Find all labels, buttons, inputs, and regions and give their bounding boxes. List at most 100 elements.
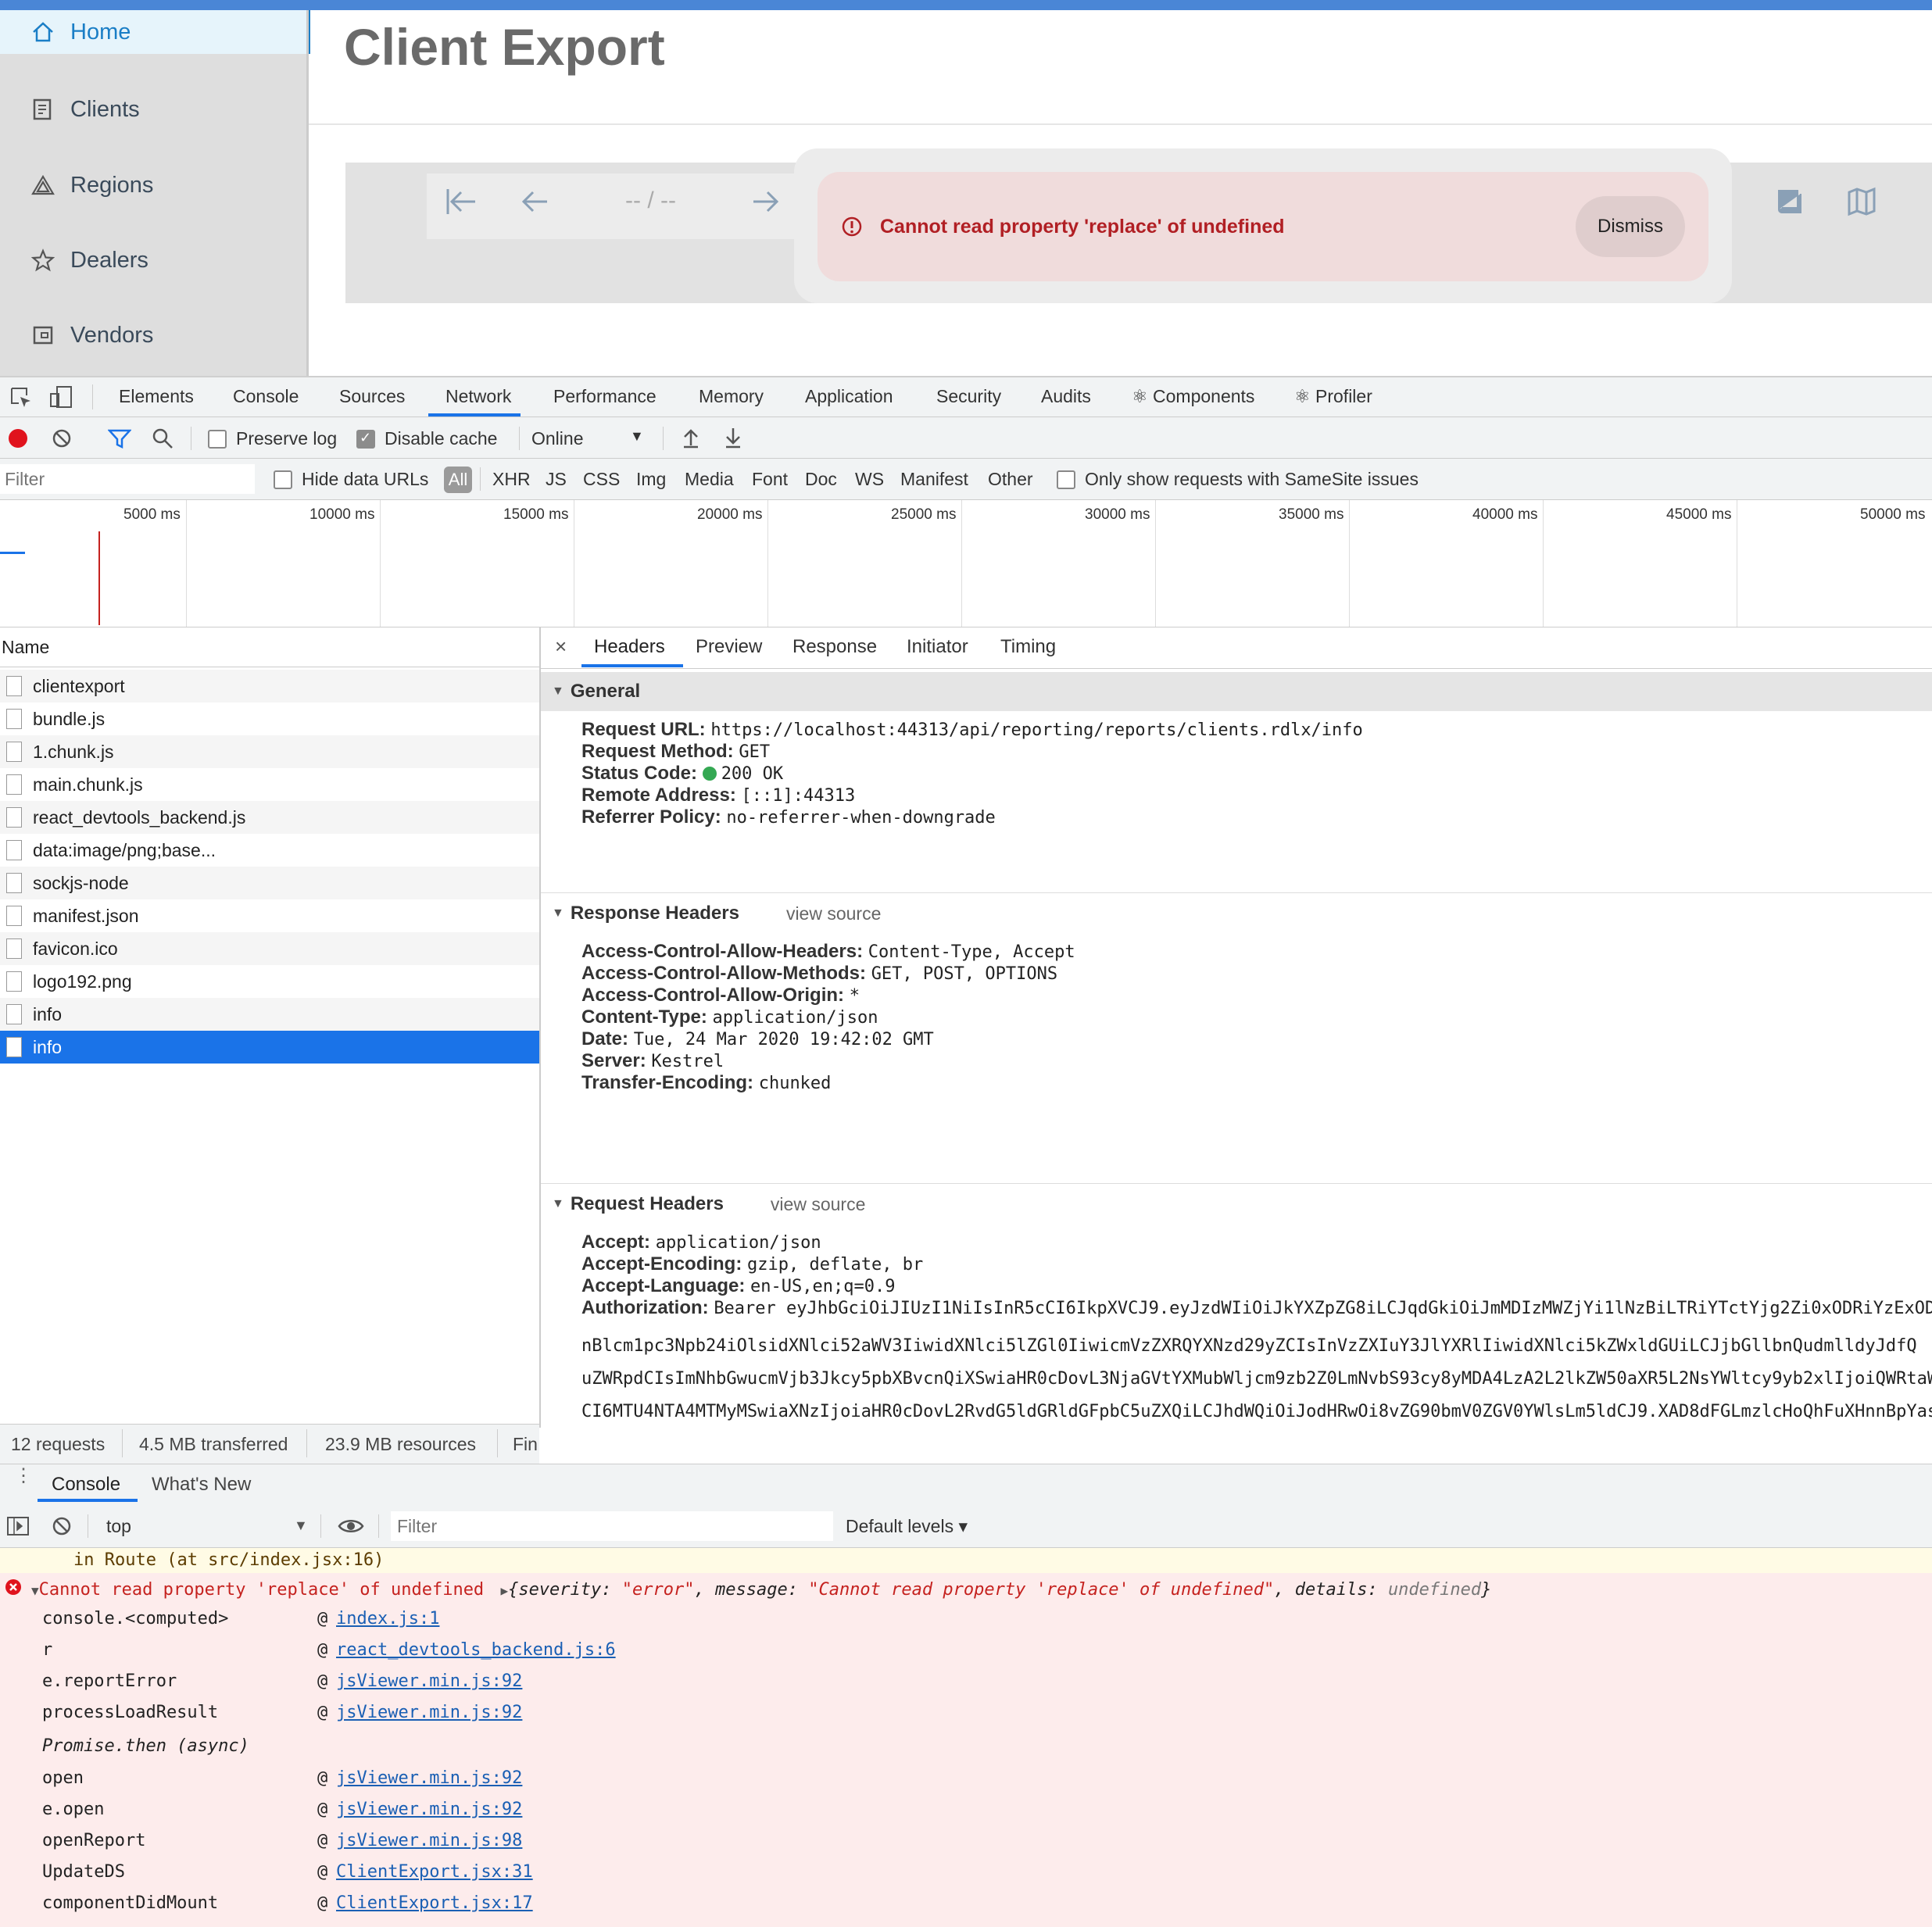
error-headline[interactable]: ▼Cannot read property 'replace' of undef… [31,1580,1491,1600]
header-name: Content-Type: [581,1006,707,1028]
stack-frame-source-link[interactable]: react_devtools_backend.js:6 [336,1640,616,1660]
close-icon[interactable]: × [555,635,567,659]
drawer-tab-whats-new[interactable]: What's New [152,1474,251,1496]
map-icon[interactable] [1846,178,1877,225]
request-row[interactable]: main.chunk.js [0,768,539,801]
inspect-element-icon[interactable] [9,386,33,413]
triangle-down-icon: ▼ [552,685,564,698]
drawer-tab-console[interactable]: Console [52,1474,120,1496]
clear-console-icon[interactable] [52,1516,72,1540]
request-name: sockjs-node [33,872,129,893]
import-har-icon[interactable] [682,427,700,452]
tab-elements[interactable]: Elements [119,386,194,407]
hide-data-urls-checkbox[interactable] [274,470,292,489]
chevron-down-icon[interactable]: ▼ [630,428,644,445]
filter-type-all[interactable]: All [444,467,472,493]
request-row[interactable]: info [0,998,539,1031]
request-row[interactable]: react_devtools_backend.js [0,801,539,834]
filter-icon[interactable] [107,428,132,452]
page-indicator: -- / -- [625,188,676,213]
request-row[interactable]: bundle.js [0,703,539,735]
tab-network[interactable]: Network [445,386,511,407]
first-page-icon[interactable] [444,178,480,225]
context-select[interactable]: top [106,1516,131,1537]
filter-type-doc[interactable]: Doc [805,469,837,490]
toolbar-separator [92,384,93,409]
record-icon[interactable] [9,429,27,448]
filter-type-xhr[interactable]: XHR [492,469,531,490]
filter-type-manifest[interactable]: Manifest [900,469,968,490]
network-timeline [0,500,1932,627]
drawer-menu-icon[interactable]: ⋮ [14,1467,33,1485]
view-source-link[interactable]: view source [771,1194,865,1215]
tab-performance[interactable]: Performance [553,386,657,407]
disable-cache-checkbox[interactable] [356,430,375,449]
request-row[interactable]: logo192.png [0,965,539,998]
stack-frame-source-link[interactable]: jsViewer.min.js:92 [336,1800,522,1819]
request-row[interactable]: favicon.ico [0,932,539,965]
filter-type-img[interactable]: Img [636,469,666,490]
throttling-select[interactable]: Online [531,428,583,449]
request-row[interactable]: clientexport [0,670,539,703]
tab-initiator[interactable]: Initiator [907,636,968,658]
chevron-down-icon[interactable]: ▼ [294,1518,308,1534]
book-icon[interactable] [1774,178,1805,225]
sidebar-item-home[interactable]: Home [0,10,310,54]
filter-type-font[interactable]: Font [752,469,788,490]
sidebar-item-regions[interactable]: Regions [0,158,306,213]
log-levels-select[interactable]: Default levels ▾ [846,1516,968,1537]
prev-page-icon[interactable] [519,178,550,225]
clear-icon[interactable] [52,428,72,452]
show-sidebar-icon[interactable] [6,1516,30,1540]
tab-sources[interactable]: Sources [339,386,405,407]
tab-response[interactable]: Response [792,636,877,658]
timeline-gridline [961,500,962,627]
request-row[interactable]: info [0,1031,539,1064]
filter-type-media[interactable]: Media [685,469,734,490]
request-headers-section-header[interactable]: ▼ Request Headers view source [541,1185,1932,1224]
response-headers-section-header[interactable]: ▼ Response Headers view source [541,894,1932,933]
sidebar-item-clients[interactable]: Clients [0,82,306,137]
tab-preview[interactable]: Preview [696,636,762,658]
name-column-header[interactable]: Name [2,637,49,658]
header-value: https://localhost:44313/api/reporting/re… [710,720,1363,740]
export-har-icon[interactable] [724,427,742,452]
request-row[interactable]: sockjs-node [0,867,539,899]
tab-security[interactable]: Security [936,386,1001,407]
filter-type-css[interactable]: CSS [583,469,620,490]
filter-type-js[interactable]: JS [546,469,567,490]
stack-frame-source-link[interactable]: ClientExport.jsx:17 [336,1893,533,1913]
sidebar-item-vendors[interactable]: Vendors [0,308,306,363]
filter-type-other[interactable]: Other [988,469,1033,490]
tab-profiler[interactable]: ⚛ Profiler [1294,386,1372,407]
view-source-link[interactable]: view source [786,903,881,924]
request-row[interactable]: manifest.json [0,899,539,932]
general-section-header[interactable]: ▼ General [541,672,1932,711]
next-page-icon[interactable] [750,178,782,225]
samesite-checkbox[interactable] [1057,470,1075,489]
preserve-log-checkbox[interactable] [208,430,227,449]
stack-frame-source-link[interactable]: ClientExport.jsx:31 [336,1862,533,1882]
stack-frame-source-link[interactable]: jsViewer.min.js:92 [336,1703,522,1722]
tab-headers[interactable]: Headers [594,636,665,658]
device-toolbar-icon[interactable] [48,384,73,413]
request-row[interactable]: 1.chunk.js [0,735,539,768]
stack-frame-source-link[interactable]: index.js:1 [336,1609,439,1628]
tab-console[interactable]: Console [233,386,299,407]
tab-components[interactable]: ⚛ Components [1132,386,1254,407]
tab-memory[interactable]: Memory [699,386,764,407]
sidebar-item-dealers[interactable]: Dealers [0,233,306,288]
filter-input[interactable] [0,464,255,494]
request-row[interactable]: data:image/png;base... [0,834,539,867]
tab-timing[interactable]: Timing [1000,636,1056,658]
tab-audits[interactable]: Audits [1041,386,1091,407]
console-filter-input[interactable] [391,1511,833,1541]
tab-application[interactable]: Application [805,386,893,407]
stack-frame-source-link[interactable]: jsViewer.min.js:98 [336,1831,522,1850]
dismiss-button[interactable]: Dismiss [1576,196,1685,257]
search-icon[interactable] [152,427,174,453]
stack-frame-source-link[interactable]: jsViewer.min.js:92 [336,1768,522,1788]
eye-icon[interactable] [338,1518,364,1539]
filter-type-ws[interactable]: WS [855,469,884,490]
stack-frame-source-link[interactable]: jsViewer.min.js:92 [336,1671,522,1691]
